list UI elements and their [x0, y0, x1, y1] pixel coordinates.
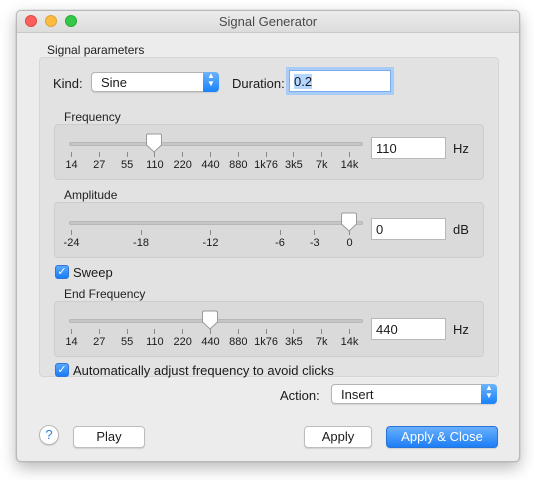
select-arrows-icon: ▲ ▼ — [481, 384, 497, 404]
slider-tick — [349, 152, 350, 157]
duration-value: 0.2 — [294, 74, 313, 89]
slider-tick-label: 1k76 — [254, 336, 279, 348]
amplitude-slider-track[interactable] — [69, 221, 363, 225]
slider-tick-label: 880 — [229, 159, 248, 171]
duration-field[interactable]: 0.2 — [289, 70, 391, 92]
frequency-slider-track[interactable] — [69, 142, 363, 146]
slider-tick-label: 7k — [315, 336, 328, 348]
sweep-label: Sweep — [73, 265, 113, 280]
end-frequency-field[interactable]: 440 — [371, 318, 446, 340]
apply-close-button[interactable]: Apply & Close — [386, 426, 498, 448]
slider-tick — [126, 152, 128, 157]
amplitude-label: Amplitude — [64, 188, 118, 202]
slider-tick — [210, 230, 211, 235]
frequency-unit: Hz — [453, 141, 469, 156]
slider-tick-label: 0 — [346, 237, 353, 249]
kind-select[interactable]: Sine ▲ ▼ — [91, 72, 219, 92]
sweep-checkbox[interactable]: ✓ — [55, 265, 69, 279]
amplitude-unit: dB — [453, 222, 469, 237]
slider-tick-label: 220 — [173, 159, 192, 171]
slider-tick — [154, 329, 156, 334]
slider-tick — [182, 152, 184, 157]
signal-parameters-label: Signal parameters — [47, 43, 145, 57]
slider-tick-label: 7k — [315, 159, 328, 171]
slider-tick — [98, 329, 100, 334]
slider-tick — [98, 152, 100, 157]
slider-tick-label: 55 — [120, 159, 134, 171]
frequency-label: Frequency — [64, 110, 121, 124]
slider-tick-label: 27 — [93, 159, 106, 171]
action-label: Action: — [280, 388, 320, 403]
slider-tick — [71, 152, 72, 157]
slider-tick — [71, 329, 72, 334]
slider-tick-label: 3k5 — [285, 336, 303, 348]
slider-tick-label: 1k76 — [254, 159, 279, 171]
slider-tick-label: 440 — [201, 336, 220, 348]
end-frequency-label: End Frequency — [64, 287, 146, 301]
amplitude-field[interactable]: 0 — [371, 218, 446, 240]
kind-label: Kind: — [53, 76, 83, 91]
slider-tick — [293, 329, 295, 334]
slider-tick — [140, 230, 142, 235]
window-title: Signal Generator — [218, 14, 318, 29]
slider-tick — [265, 152, 267, 157]
slider-tick-label: 110 — [146, 159, 164, 171]
action-select[interactable]: Insert ▲ ▼ — [331, 384, 497, 404]
slider-tick-label: 14k — [340, 336, 359, 348]
slider-tick-label: 3k5 — [285, 159, 303, 171]
slider-tick-label: 220 — [173, 336, 192, 348]
slider-tick-label: -18 — [133, 237, 149, 249]
end-frequency-group: 14 27 55 110 220 440 880 1k76 3k5 7k 14k 440 Hz — [54, 301, 484, 357]
slider-tick-label: -24 — [63, 237, 80, 249]
select-arrows-icon: ▲ ▼ — [203, 72, 219, 92]
frequency-group: 14 27 55 110 220 440 880 1k76 3k5 7k 14k 110 Hz — [54, 124, 484, 180]
slider-tick-label: 14 — [65, 159, 78, 171]
slider-tick — [71, 230, 72, 235]
slider-tick-label: -3 — [309, 237, 320, 249]
slider-tick-label: -6 — [275, 237, 285, 249]
slider-tick — [237, 329, 239, 334]
slider-tick-label: 440 — [201, 159, 220, 171]
auto-adjust-label: Automatically adjust frequency to avoid … — [73, 363, 334, 378]
slider-tick-label: 14k — [340, 159, 359, 171]
slider-tick — [321, 152, 323, 157]
frequency-field[interactable]: 110 — [371, 137, 446, 159]
duration-label: Duration: — [232, 76, 285, 91]
checkmark-icon: ✓ — [57, 266, 67, 278]
apply-button[interactable]: Apply — [304, 426, 372, 448]
frequency-slider-thumb[interactable] — [145, 133, 163, 153]
kind-select-value: Sine — [101, 75, 128, 90]
slider-tick — [265, 329, 267, 334]
slider-tick — [182, 329, 184, 334]
slider-tick — [126, 329, 128, 334]
slider-tick-label: 880 — [229, 336, 248, 348]
slider-tick — [279, 230, 281, 235]
slider-tick-label: 55 — [120, 336, 134, 348]
auto-adjust-checkbox[interactable]: ✓ — [55, 363, 69, 377]
slider-tick — [293, 152, 295, 157]
slider-tick — [210, 152, 211, 157]
slider-tick — [237, 152, 239, 157]
slider-tick — [314, 230, 316, 235]
amplitude-group: -24 -18 -12 -6 -3 0 0 dB — [54, 202, 484, 258]
signal-parameters-group: Kind: Sine ▲ ▼ Duration: 0.2 Frequency 14… — [39, 57, 499, 378]
slider-tick-label: -12 — [202, 237, 219, 249]
title-bar[interactable]: Signal Generator — [17, 11, 519, 33]
slider-tick-label: 110 — [146, 336, 164, 348]
slider-tick-label: 27 — [93, 336, 106, 348]
slider-tick — [321, 329, 323, 334]
end-frequency-slider-thumb[interactable] — [201, 310, 219, 330]
signal-generator-window: Signal Generator Signal parameters Kind:… — [16, 10, 520, 462]
play-button[interactable]: Play — [73, 426, 145, 448]
help-button[interactable]: ? — [39, 425, 59, 445]
end-frequency-unit: Hz — [453, 322, 469, 337]
checkmark-icon: ✓ — [57, 364, 67, 376]
action-select-value: Insert — [341, 387, 374, 402]
slider-tick — [349, 329, 350, 334]
amplitude-slider-thumb[interactable] — [340, 212, 358, 232]
slider-tick-label: 14 — [65, 336, 78, 348]
